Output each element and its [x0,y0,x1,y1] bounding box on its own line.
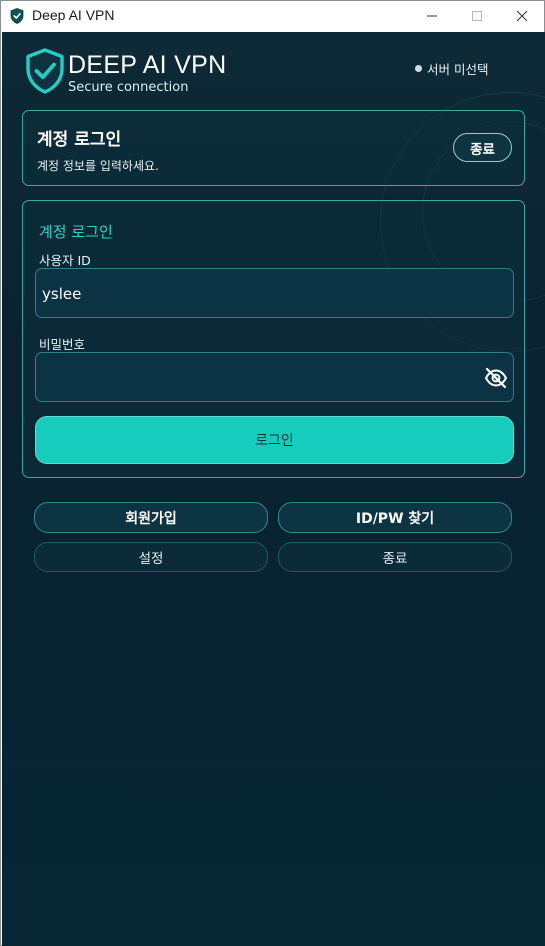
minimize-icon [427,15,437,17]
login-button[interactable]: 로그인 [35,416,514,464]
shield-check-logo-icon [26,48,64,94]
brand-name: DEEP AI VPN [68,51,227,79]
header-card: 계정 로그인 계정 정보를 입력하세요. 종료 [22,110,525,186]
login-form-title: 계정 로그인 [39,223,113,241]
server-status-dot-icon [415,65,422,72]
username-label: 사용자 ID [39,253,91,268]
eye-off-icon[interactable] [484,367,508,389]
password-label: 비밀번호 [39,337,86,352]
app-window: Deep AI VPN DEEP AI VPN Secure connectio… [0,0,545,946]
shield-check-icon [10,8,24,24]
server-select[interactable]: 서버 미선택 [415,59,488,78]
username-value: yslee [42,285,82,303]
close-icon [516,10,528,22]
username-field[interactable]: yslee [35,268,514,318]
header-card-title: 계정 로그인 [37,130,122,150]
close-window-button[interactable] [499,1,545,32]
title-bar: Deep AI VPN [1,1,544,32]
brand-subtitle: Secure connection [68,80,189,95]
settings-button[interactable]: 설정 [34,542,268,572]
find-id-pw-button[interactable]: ID/PW 찾기 [278,502,512,533]
app-content: DEEP AI VPN Secure connection 서버 미선택 계정 … [2,32,545,946]
header-card-subtitle: 계정 정보를 입력하세요. [37,159,159,173]
header-exit-button[interactable]: 종료 [453,133,512,162]
server-select-label: 서버 미선택 [427,62,489,77]
password-field[interactable] [35,352,514,402]
maximize-button[interactable] [454,1,500,32]
exit-button[interactable]: 종료 [278,542,512,572]
maximize-icon [472,11,482,21]
signup-button[interactable]: 회원가입 [34,502,268,533]
login-card: 계정 로그인 사용자 ID yslee 비밀번호 로그인 [22,200,525,478]
window-title: Deep AI VPN [32,7,115,23]
minimize-button[interactable] [409,1,455,32]
